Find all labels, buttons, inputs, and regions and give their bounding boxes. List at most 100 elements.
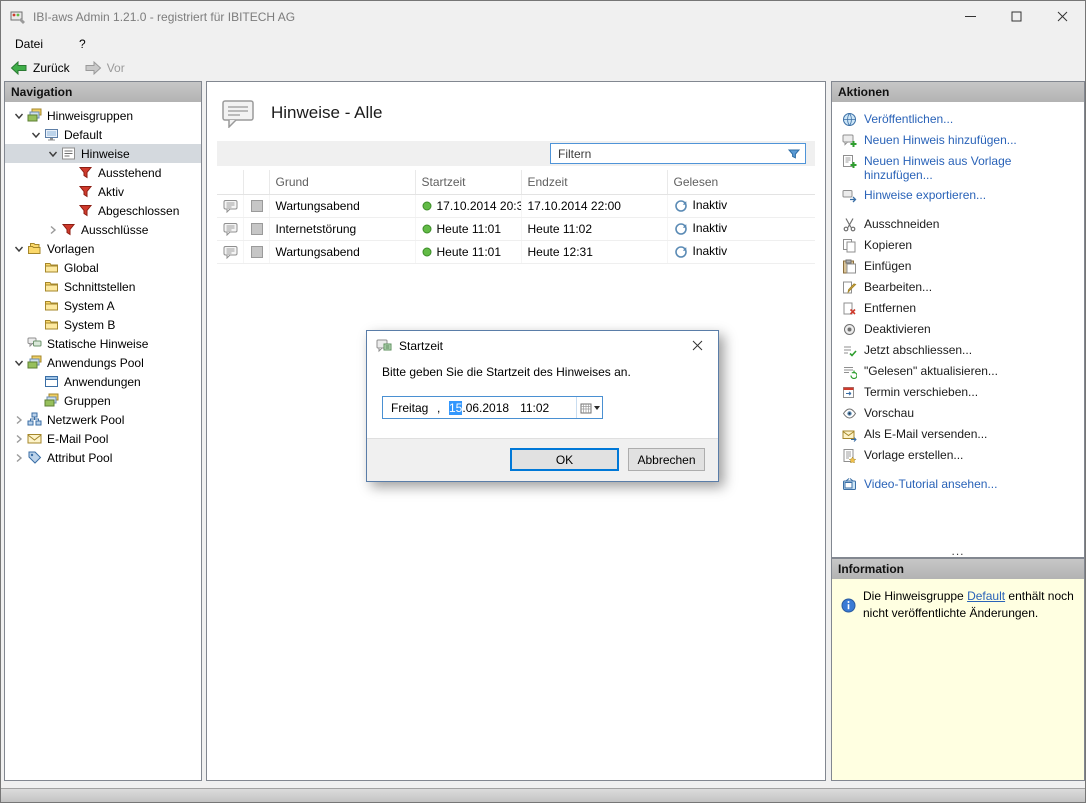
date-time-segment[interactable]: 11:02 [520, 401, 549, 415]
action-hinweise-exportieren[interactable]: Hinweise exportieren... [832, 185, 1084, 206]
column-header-startzeit[interactable]: Startzeit [415, 170, 521, 194]
calendar-dropdown-button[interactable] [576, 397, 602, 418]
tree-item-vorlagen[interactable]: Vorlagen [5, 239, 201, 258]
column-header-endzeit[interactable]: Endzeit [521, 170, 667, 194]
menu-help[interactable]: ? [75, 35, 90, 53]
action-label: Veröffentlichen... [864, 112, 953, 126]
tree-item-e-mail-pool[interactable]: E-Mail Pool [5, 429, 201, 448]
chevron-down-icon[interactable] [11, 243, 27, 255]
tree-item-hinweisgruppen[interactable]: Hinweisgruppen [5, 106, 201, 125]
dialog-title-bar[interactable]: Startzeit [367, 331, 718, 360]
active-indicator-icon [422, 201, 432, 211]
information-panel: Information Die Hinweisgruppe Default en… [831, 558, 1085, 781]
date-rest-segment[interactable]: .06.2018 [462, 401, 509, 415]
tree-item-hinweise[interactable]: Hinweise [5, 144, 201, 163]
action-bearbeiten[interactable]: Bearbeiten... [832, 277, 1084, 298]
action-kopieren[interactable]: Kopieren [832, 235, 1084, 256]
tree-item-system-a[interactable]: System A [5, 296, 201, 315]
tree-item-schnittstellen[interactable]: Schnittstellen [5, 277, 201, 296]
tree-item-anwendungs-pool[interactable]: Anwendungs Pool [5, 353, 201, 372]
network-icon [27, 412, 42, 427]
action-jetzt-abschliessen[interactable]: Jetzt abschliessen... [832, 340, 1084, 361]
title-bar[interactable]: IBI-aws Admin 1.21.0 - registriert für I… [1, 1, 1085, 32]
chevron-right-icon[interactable] [11, 452, 27, 464]
minimize-icon [965, 11, 976, 22]
action-gelesen-aktualisieren[interactable]: "Gelesen" aktualisieren... [832, 361, 1084, 382]
tree-item-gruppen[interactable]: Gruppen [5, 391, 201, 410]
date-day-selected-segment[interactable]: 15 [449, 401, 462, 415]
date-day-segment[interactable]: Freitag [391, 401, 437, 415]
hints-table: GrundStartzeitEndzeitGelesen Wartungsabe… [217, 170, 815, 264]
maximize-button[interactable] [993, 1, 1039, 32]
tree-item-ausschlusse[interactable]: Ausschlüsse [5, 220, 201, 239]
filter-icon[interactable] [783, 147, 805, 161]
chevron-down-icon[interactable] [11, 357, 27, 369]
forward-button[interactable]: Vor [80, 60, 129, 76]
action-vorschau[interactable]: Vorschau [832, 403, 1084, 424]
tree-item-default[interactable]: Default [5, 125, 201, 144]
action-neuen-hinweis-aus-vorlage-hinzufugen[interactable]: Neuen Hinweis aus Vorlage hinzufügen... [832, 151, 1084, 185]
action-einfugen[interactable]: Einfügen [832, 256, 1084, 277]
default-group-link[interactable]: Default [967, 589, 1005, 603]
filter-input[interactable] [551, 144, 783, 163]
start-date-picker[interactable]: Freitag , 15 .06.2018 11:02 [382, 396, 603, 419]
chevron-down-icon[interactable] [11, 110, 27, 122]
menu-datei[interactable]: Datei [11, 35, 47, 53]
tree-item-statische-hinweise[interactable]: Statische Hinweise [5, 334, 201, 353]
tree-item-label: Aktiv [98, 185, 124, 199]
folder-icon [44, 298, 59, 313]
tree-item-aktiv[interactable]: Aktiv [5, 182, 201, 201]
tree-item-netzwerk-pool[interactable]: Netzwerk Pool [5, 410, 201, 429]
actions-overflow-indicator[interactable]: ... [832, 546, 1084, 556]
cancel-button[interactable]: Abbrechen [628, 448, 705, 471]
action-als-e-mail-versenden[interactable]: Als E-Mail versenden... [832, 424, 1084, 445]
cell-note-icon [217, 194, 243, 217]
action-label: Neuen Hinweis hinzufügen... [864, 133, 1017, 147]
action-termin-verschieben[interactable]: Termin verschieben... [832, 382, 1084, 403]
ok-button[interactable]: OK [510, 448, 619, 471]
action-deaktivieren[interactable]: Deaktivieren [832, 319, 1084, 340]
tree-item-label: System B [64, 318, 115, 332]
table-row[interactable]: WartungsabendHeute 11:01Heute 12:31Inakt… [217, 240, 815, 263]
tree-item-ausstehend[interactable]: Ausstehend [5, 163, 201, 182]
column-header-grund[interactable]: Grund [269, 170, 415, 194]
gray-square-icon [250, 245, 264, 259]
copy-icon [842, 238, 857, 253]
action-ausschneiden[interactable]: Ausschneiden [832, 214, 1084, 235]
app-window-frame: IBI-aws Admin 1.21.0 - registriert für I… [0, 0, 1086, 803]
tree-item-global[interactable]: Global [5, 258, 201, 277]
tree-item-abgeschlossen[interactable]: Abgeschlossen [5, 201, 201, 220]
action-veroffentlichen[interactable]: Veröffentlichen... [832, 109, 1084, 130]
chevron-right-icon[interactable] [45, 224, 61, 236]
chevron-right-icon[interactable] [11, 414, 27, 426]
information-header: Information [832, 559, 1084, 579]
tree-item-anwendungen[interactable]: Anwendungen [5, 372, 201, 391]
finish-icon [842, 343, 857, 358]
groups-icon [44, 393, 59, 408]
action-vorlage-erstellen[interactable]: Vorlage erstellen... [832, 445, 1084, 466]
table-row[interactable]: Wartungsabend17.10.2014 20:3017.10.2014 … [217, 194, 815, 217]
back-label: Zurück [33, 61, 70, 75]
table-row[interactable]: InternetstörungHeute 11:01Heute 11:02Ina… [217, 217, 815, 240]
information-body: Die Hinweisgruppe Default enthält noch n… [832, 579, 1084, 632]
dialog-close-button[interactable] [682, 334, 712, 357]
action-video-tutorial-ansehen[interactable]: Video-Tutorial ansehen... [832, 474, 1084, 495]
action-neuen-hinweis-hinzufugen[interactable]: Neuen Hinweis hinzufügen... [832, 130, 1084, 151]
action-entfernen[interactable]: Entfernen [832, 298, 1084, 319]
column-header-icon-1[interactable] [243, 170, 269, 194]
column-header-gelesen[interactable]: Gelesen [667, 170, 815, 194]
chevron-right-icon[interactable] [11, 433, 27, 445]
paste-icon [842, 259, 857, 274]
tree-item-label: Statische Hinweise [47, 337, 148, 351]
column-header-icon-0[interactable] [217, 170, 243, 194]
add-note-icon [842, 133, 857, 148]
minimize-button[interactable] [947, 1, 993, 32]
tree-item-system-b[interactable]: System B [5, 315, 201, 334]
chevron-down-icon[interactable] [45, 148, 61, 160]
tree-item-label: Ausstehend [98, 166, 161, 180]
tree-item-attribut-pool[interactable]: Attribut Pool [5, 448, 201, 467]
close-button[interactable] [1039, 1, 1085, 32]
chevron-down-icon[interactable] [28, 129, 44, 141]
back-button[interactable]: Zurück [6, 60, 74, 76]
tree-item-label: Schnittstellen [64, 280, 135, 294]
